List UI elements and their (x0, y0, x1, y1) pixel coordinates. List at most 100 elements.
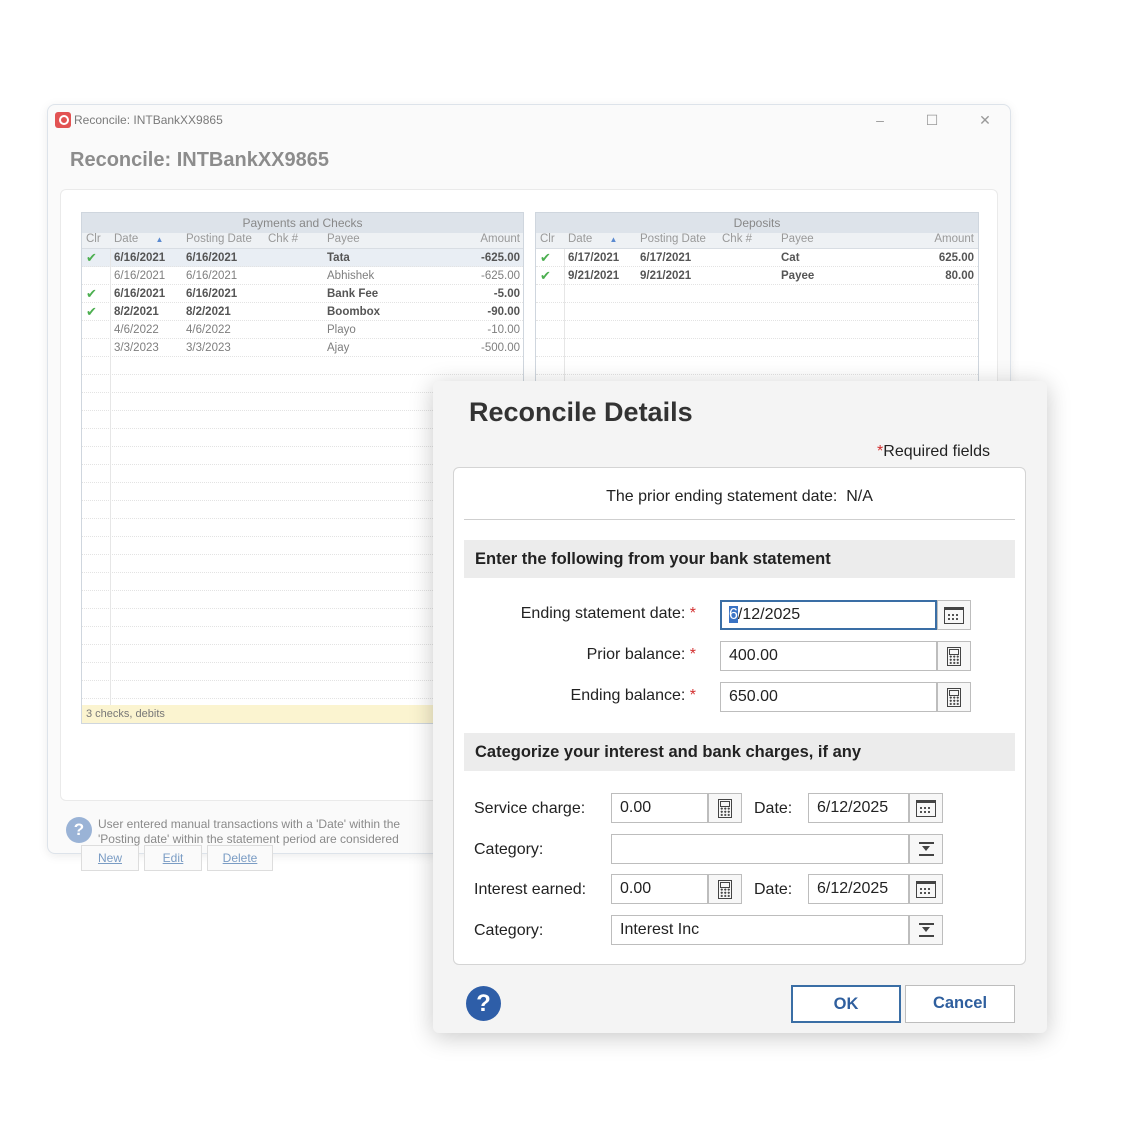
table-row[interactable]: ✔ 8/2/2021 8/2/2021 Boombox -90.00 (82, 303, 523, 321)
table-row[interactable]: 3/3/2023 3/3/2023 Ajay -500.00 (82, 339, 523, 357)
interest-category-dropdown-button[interactable] (909, 915, 943, 945)
deposits-grid: Deposits Clr Date ▲ Posting Date Chk # P… (535, 212, 979, 402)
empty-row (82, 357, 523, 375)
checkmark-icon (82, 321, 110, 338)
service-charge-calculator-button[interactable] (708, 793, 742, 823)
cell-date: 6/16/2021 (114, 288, 166, 300)
col-amount[interactable]: Amount (919, 233, 977, 248)
required-fields-note: *Required fields (877, 443, 990, 460)
table-row[interactable]: ✔ 6/16/2021 6/16/2021 Tata -625.00 (82, 249, 523, 267)
cell-payee: Playo (327, 324, 356, 336)
service-date-calendar-button[interactable] (909, 793, 943, 823)
sort-asc-icon: ▲ (609, 235, 618, 244)
service-charge-input[interactable]: 0.00 (611, 793, 708, 823)
help-note: User entered manual transactions with a … (98, 817, 438, 847)
checkmark-icon (82, 339, 110, 356)
table-row[interactable]: ✔ 9/21/2021 9/21/2021 Payee 80.00 (536, 267, 978, 285)
calendar-icon (916, 799, 936, 817)
dialog-body: The prior ending statement date: N/A Ent… (453, 467, 1026, 965)
interest-date-input[interactable]: 6/12/2025 (808, 874, 909, 904)
dropdown-list-icon (918, 923, 934, 937)
cell-payee: Bank Fee (327, 288, 379, 300)
calculator-icon (947, 646, 961, 666)
col-date[interactable]: Date ▲ (564, 233, 636, 248)
calculator-icon (718, 798, 732, 818)
prior-date-label: The prior ending statement date: (606, 488, 838, 505)
calendar-icon (944, 606, 964, 624)
table-row[interactable]: ✔ 6/16/2021 6/16/2021 Bank Fee -5.00 (82, 285, 523, 303)
grid-divider (110, 249, 111, 723)
col-payee[interactable]: Payee (777, 233, 919, 248)
cell-payee: Cat (781, 252, 800, 264)
cell-chk (264, 303, 323, 320)
cell-posting: 6/16/2021 (186, 288, 238, 300)
minimize-icon[interactable]: – (868, 110, 892, 130)
cancel-button[interactable]: Cancel (905, 985, 1015, 1023)
service-category-dropdown-button[interactable] (909, 834, 943, 864)
edit-button[interactable]: Edit (144, 845, 202, 871)
ending-date-input[interactable]: 6/12/2025 (720, 600, 937, 630)
cell-payee: Ajay (327, 342, 350, 354)
cell-date: 6/17/2021 (568, 252, 620, 264)
payments-grid-header: Clr Date ▲ Posting Date Chk # Payee Amou… (82, 233, 523, 249)
col-clr[interactable]: Clr (82, 233, 110, 248)
interest-category-input[interactable]: Interest Inc (611, 915, 909, 945)
cell-chk (264, 249, 323, 266)
col-payee[interactable]: Payee (323, 233, 465, 248)
window-titlebar: Reconcile: INTBankXX9865 – ☐ ✕ (48, 105, 1010, 135)
col-date[interactable]: Date ▲ (110, 233, 182, 248)
help-note-line2: 'Posting date' within the statement peri… (98, 832, 399, 846)
empty-row (536, 321, 978, 339)
ok-button[interactable]: OK (791, 985, 901, 1023)
prior-balance-label: Prior balance: * (586, 646, 696, 663)
checkmark-icon: ✔ (86, 286, 97, 301)
prior-balance-input[interactable]: 400.00 (720, 641, 937, 671)
service-category-label: Category: (474, 841, 544, 858)
cell-posting: 6/17/2021 (640, 252, 692, 264)
col-chk[interactable]: Chk # (264, 233, 323, 248)
cell-amount: 625.00 (938, 252, 974, 264)
col-posting-date[interactable]: Posting Date (182, 233, 264, 248)
cell-amount: -625.00 (480, 270, 520, 282)
table-row[interactable]: 6/16/2021 6/16/2021 Abhishek -625.00 (82, 267, 523, 285)
help-icon[interactable]: ? (66, 817, 92, 843)
cell-payee: Payee (781, 270, 815, 282)
table-row[interactable]: 4/6/2022 4/6/2022 Playo -10.00 (82, 321, 523, 339)
app-logo-icon (55, 112, 71, 128)
help-icon[interactable]: ? (466, 986, 501, 1021)
cell-amount: -90.00 (487, 306, 520, 318)
cell-chk (264, 339, 323, 356)
cell-posting: 3/3/2023 (186, 342, 231, 354)
deposits-grid-header: Clr Date ▲ Posting Date Chk # Payee Amou… (536, 233, 978, 249)
close-icon[interactable]: ✕ (973, 110, 997, 130)
section-interest-charges: Categorize your interest and bank charge… (464, 733, 1015, 771)
ending-date-calendar-button[interactable] (937, 600, 971, 630)
prior-date-value: N/A (846, 488, 873, 505)
interest-earned-label: Interest earned: (474, 881, 587, 898)
ending-balance-calculator-button[interactable] (937, 682, 971, 712)
cell-amount: 80.00 (945, 270, 974, 282)
interest-date-calendar-button[interactable] (909, 874, 943, 904)
delete-button[interactable]: Delete (207, 845, 273, 871)
prior-balance-calculator-button[interactable] (937, 641, 971, 671)
cell-date: 9/21/2021 (568, 270, 620, 282)
interest-earned-input[interactable]: 0.00 (611, 874, 708, 904)
col-clr[interactable]: Clr (536, 233, 564, 248)
ending-balance-label: Ending balance: * (570, 687, 696, 704)
interest-calculator-button[interactable] (708, 874, 742, 904)
col-posting-date[interactable]: Posting Date (636, 233, 718, 248)
cell-payee: Tata (327, 252, 350, 264)
new-button[interactable]: New (81, 845, 139, 871)
service-category-input[interactable] (611, 834, 909, 864)
col-amount[interactable]: Amount (465, 233, 523, 248)
table-row[interactable]: ✔ 6/17/2021 6/17/2021 Cat 625.00 (536, 249, 978, 267)
col-chk[interactable]: Chk # (718, 233, 777, 248)
maximize-icon[interactable]: ☐ (920, 110, 944, 130)
ending-balance-input[interactable]: 650.00 (720, 682, 937, 712)
cell-amount: -10.00 (487, 324, 520, 336)
service-charge-label: Service charge: (474, 800, 586, 817)
service-date-input[interactable]: 6/12/2025 (808, 793, 909, 823)
checkmark-icon: ✔ (540, 250, 551, 265)
checkmark-icon (82, 267, 110, 284)
cell-date: 4/6/2022 (114, 324, 159, 336)
